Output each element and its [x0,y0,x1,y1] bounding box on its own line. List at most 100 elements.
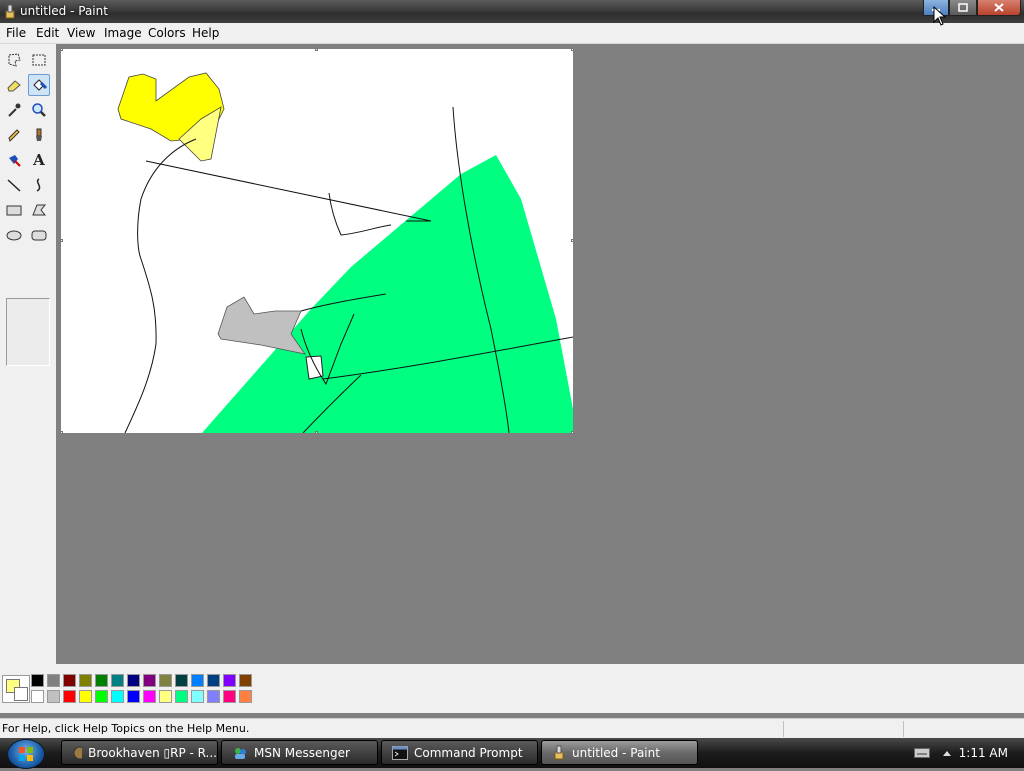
tool-magnifier[interactable] [28,99,50,121]
tool-free-form-select[interactable] [3,49,25,71]
resize-handle-e[interactable] [571,239,574,242]
tool-fill-with-color[interactable] [28,74,50,96]
color-swatch[interactable] [79,674,92,687]
tool-options-box[interactable] [6,298,50,366]
menu-help[interactable]: Help [189,25,222,41]
title-bar: untitled - Paint [0,0,1024,23]
tool-polygon[interactable] [28,199,50,221]
text-icon: A [33,151,45,169]
color-swatch[interactable] [31,690,44,703]
ellipse-icon [6,230,22,241]
close-button[interactable] [977,0,1021,16]
tool-line[interactable] [3,174,25,196]
taskbar-item-msn-messenger[interactable]: MSN Messenger [221,740,378,765]
menu-colors[interactable]: Colors [145,25,189,41]
color-swatch[interactable] [191,690,204,703]
menu-bar: File Edit View Image Colors Help [0,23,1024,44]
close-icon [994,3,1004,12]
current-colors [2,675,30,703]
resize-handle-s[interactable] [315,431,318,434]
gray-shape [217,296,306,355]
taskbar-item-command-prompt[interactable]: Command Prompt [381,740,538,765]
color-swatch[interactable] [143,674,156,687]
status-divider [783,721,784,737]
color-swatch[interactable] [127,690,140,703]
rounded-rectangle-icon [31,230,47,241]
pencil-icon [8,129,20,142]
color-swatch[interactable] [175,690,188,703]
maximize-button[interactable] [949,0,977,16]
menu-file[interactable]: File [3,25,29,41]
color-swatch[interactable] [207,690,220,703]
polygon-icon [32,204,47,216]
taskbar-item-brookhaven[interactable]: Brookhaven ▯RP - R... [61,740,218,765]
paint-app-icon [554,745,564,759]
color-swatch[interactable] [95,674,108,687]
color-swatch[interactable] [207,674,220,687]
taskbar-item-label: Command Prompt [414,745,523,760]
menu-image[interactable]: Image [101,25,145,41]
start-button[interactable] [7,739,45,769]
color-swatch[interactable] [191,674,204,687]
background-color[interactable] [14,687,28,701]
airbrush-icon [9,155,21,167]
resize-handle-ne [571,48,574,51]
tool-eraser[interactable] [3,74,25,96]
pick-color-icon [8,103,21,117]
show-hidden-icons-icon[interactable] [942,749,952,757]
tool-rectangle[interactable] [3,199,25,221]
game-icon [73,746,83,759]
tool-box: A [0,44,57,664]
resize-handle-se[interactable] [571,431,574,434]
color-swatch[interactable] [63,690,76,703]
tool-airbrush[interactable] [3,149,25,171]
taskbar-item-paint[interactable]: untitled - Paint [541,740,698,765]
magnifier-icon [32,103,46,117]
select-icon [32,54,46,66]
color-swatch[interactable] [143,690,156,703]
color-swatch[interactable] [111,674,124,687]
color-swatch[interactable] [111,690,124,703]
menu-view[interactable]: View [64,25,98,41]
eraser-icon [7,80,21,92]
clock[interactable]: 1:11 AM [959,746,1008,760]
color-swatch[interactable] [159,674,172,687]
tool-pencil[interactable] [3,124,25,146]
tool-ellipse[interactable] [3,224,25,246]
menu-edit[interactable]: Edit [33,25,62,41]
color-swatch[interactable] [63,674,76,687]
msn-messenger-icon [235,747,246,759]
tool-curve[interactable] [28,174,50,196]
tool-text[interactable]: A [28,149,50,171]
brush-icon [36,128,42,141]
color-swatch[interactable] [223,674,236,687]
color-swatch[interactable] [127,674,140,687]
color-swatch[interactable] [239,674,252,687]
color-box [0,664,1024,713]
color-swatch[interactable] [47,674,60,687]
window-title: untitled - Paint [20,4,108,18]
drawing [117,72,573,433]
color-swatch[interactable] [175,674,188,687]
mouse-cursor-icon [933,6,947,26]
keyboard-icon[interactable] [914,748,930,758]
windows-logo-icon [19,747,33,761]
color-swatch[interactable] [223,690,236,703]
color-swatch[interactable] [47,690,60,703]
tool-brush[interactable] [28,124,50,146]
line-hook [328,192,392,236]
drawing-canvas[interactable] [60,48,574,434]
tool-select[interactable] [28,49,50,71]
outline-curve [124,138,197,433]
color-swatch[interactable] [31,674,44,687]
tool-pick-color[interactable] [3,99,25,121]
tool-rounded-rectangle[interactable] [28,224,50,246]
free-form-select-icon [8,53,21,67]
taskbar: Brookhaven ▯RP - R... MSN Messenger Comm… [0,738,1024,769]
taskbar-item-label: MSN Messenger [254,745,350,760]
color-swatch[interactable] [159,690,172,703]
color-swatch[interactable] [95,690,108,703]
command-prompt-icon [392,745,408,760]
color-swatch[interactable] [239,690,252,703]
color-swatch[interactable] [79,690,92,703]
